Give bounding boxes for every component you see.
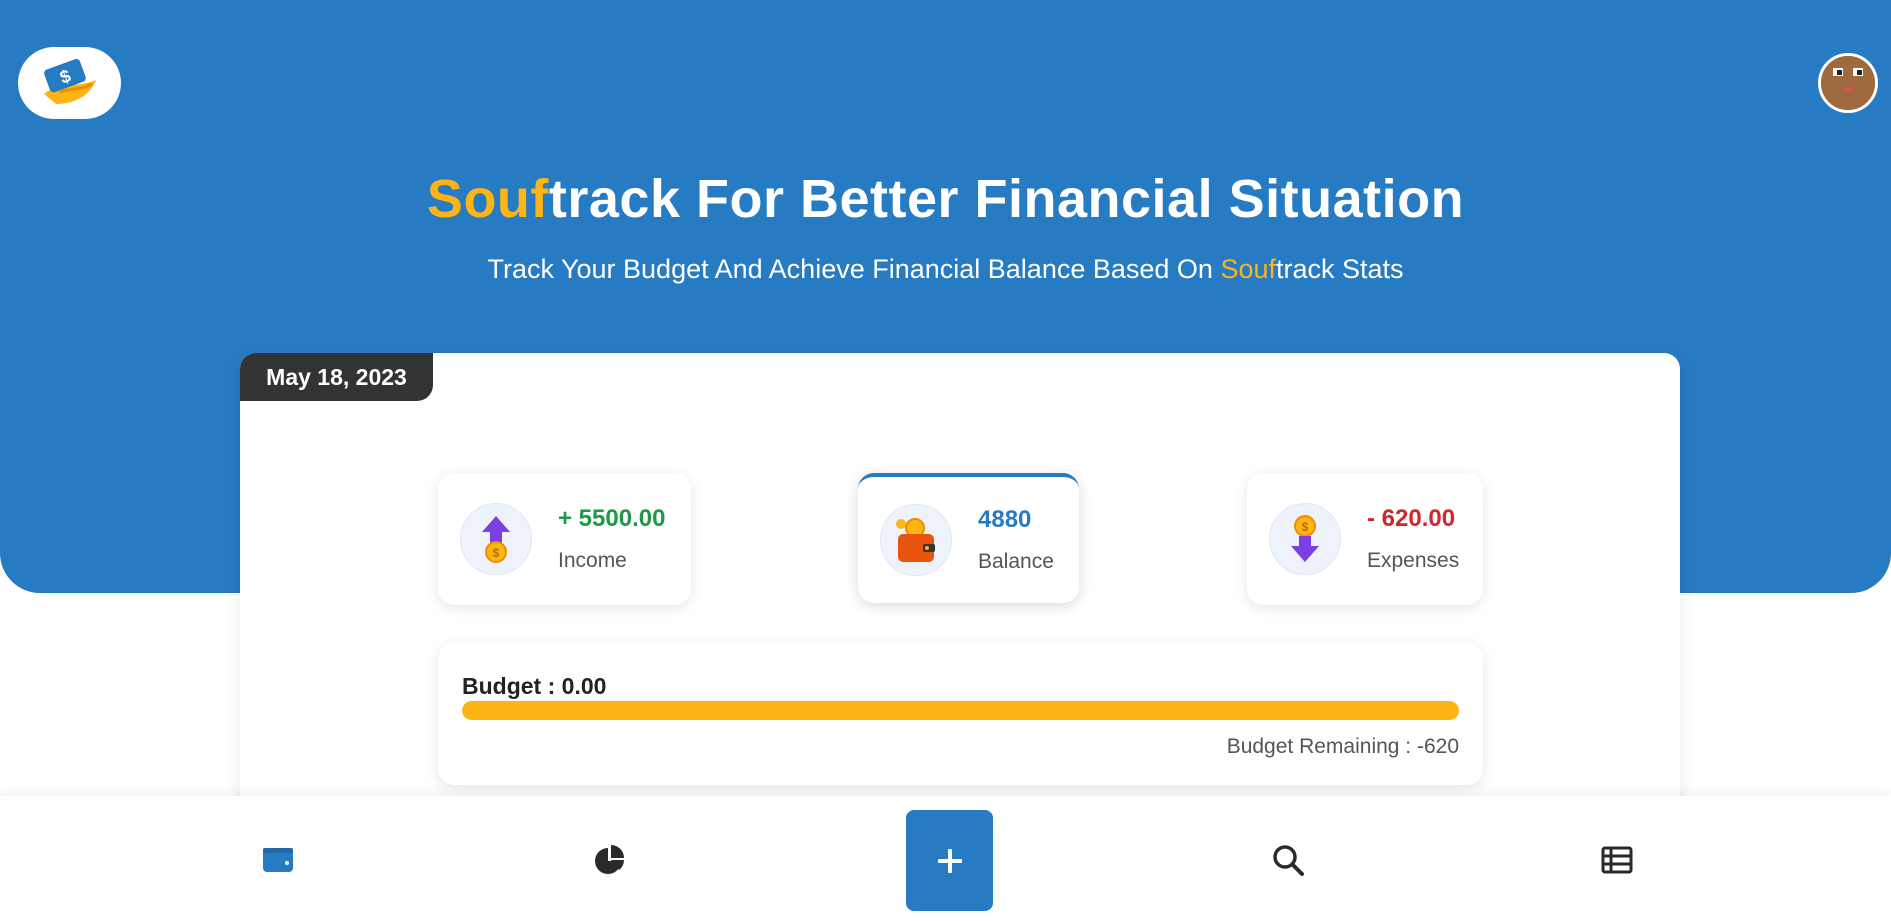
expenses-icon-wrap: $: [1269, 503, 1341, 575]
nav-transactions[interactable]: [1597, 840, 1637, 880]
user-avatar-icon: [1821, 56, 1875, 110]
page-title: Souftrack For Better Financial Situation: [426, 169, 1465, 229]
search-icon: [1273, 845, 1304, 876]
nav-statistics[interactable]: [590, 840, 630, 880]
income-value: + 5500.00: [558, 505, 666, 532]
plus-icon: [937, 848, 962, 873]
income-icon-wrap: $: [460, 503, 532, 575]
svg-text:$: $: [1302, 520, 1309, 534]
app-logo[interactable]: $: [18, 47, 121, 119]
expenses-card[interactable]: $ - 620.00 Expenses: [1247, 473, 1483, 605]
budget-progress-fill: [462, 701, 1459, 720]
budget-label: Budget : 0.00: [462, 673, 607, 699]
income-card[interactable]: $ + 5500.00 Income: [438, 473, 691, 605]
nav-search[interactable]: [1268, 840, 1308, 880]
money-hand-icon: $: [43, 59, 96, 104]
income-arrow-up-icon: $: [482, 516, 510, 563]
svg-text:$: $: [493, 546, 500, 560]
add-transaction-button[interactable]: [906, 810, 993, 911]
wallet-coins-icon: [896, 518, 935, 562]
balance-value: 4880: [978, 506, 1032, 533]
user-avatar[interactable]: [1818, 53, 1878, 113]
table-list-icon: [1601, 846, 1633, 874]
wallet-icon: [263, 848, 293, 872]
date-badge: May 18, 2023: [240, 353, 433, 401]
income-label: Income: [558, 549, 627, 572]
balance-label: Balance: [978, 550, 1054, 573]
expenses-arrow-down-icon: $: [1291, 515, 1319, 562]
nav-wallet[interactable]: [258, 840, 298, 880]
page-subtitle: Track Your Budget And Achieve Financial …: [487, 254, 1404, 284]
budget-remaining: Budget Remaining : -620: [1226, 735, 1459, 758]
pie-chart-icon: [595, 845, 624, 874]
bottom-navigation: [0, 796, 1891, 921]
expenses-label: Expenses: [1367, 549, 1460, 572]
balance-card[interactable]: 4880 Balance: [858, 473, 1079, 603]
budget-card: Budget : 0.00 Budget Remaining : -620: [438, 643, 1483, 785]
balance-icon-wrap: [880, 504, 952, 576]
expenses-value: - 620.00: [1367, 505, 1456, 532]
budget-progress-bar: [462, 701, 1459, 720]
